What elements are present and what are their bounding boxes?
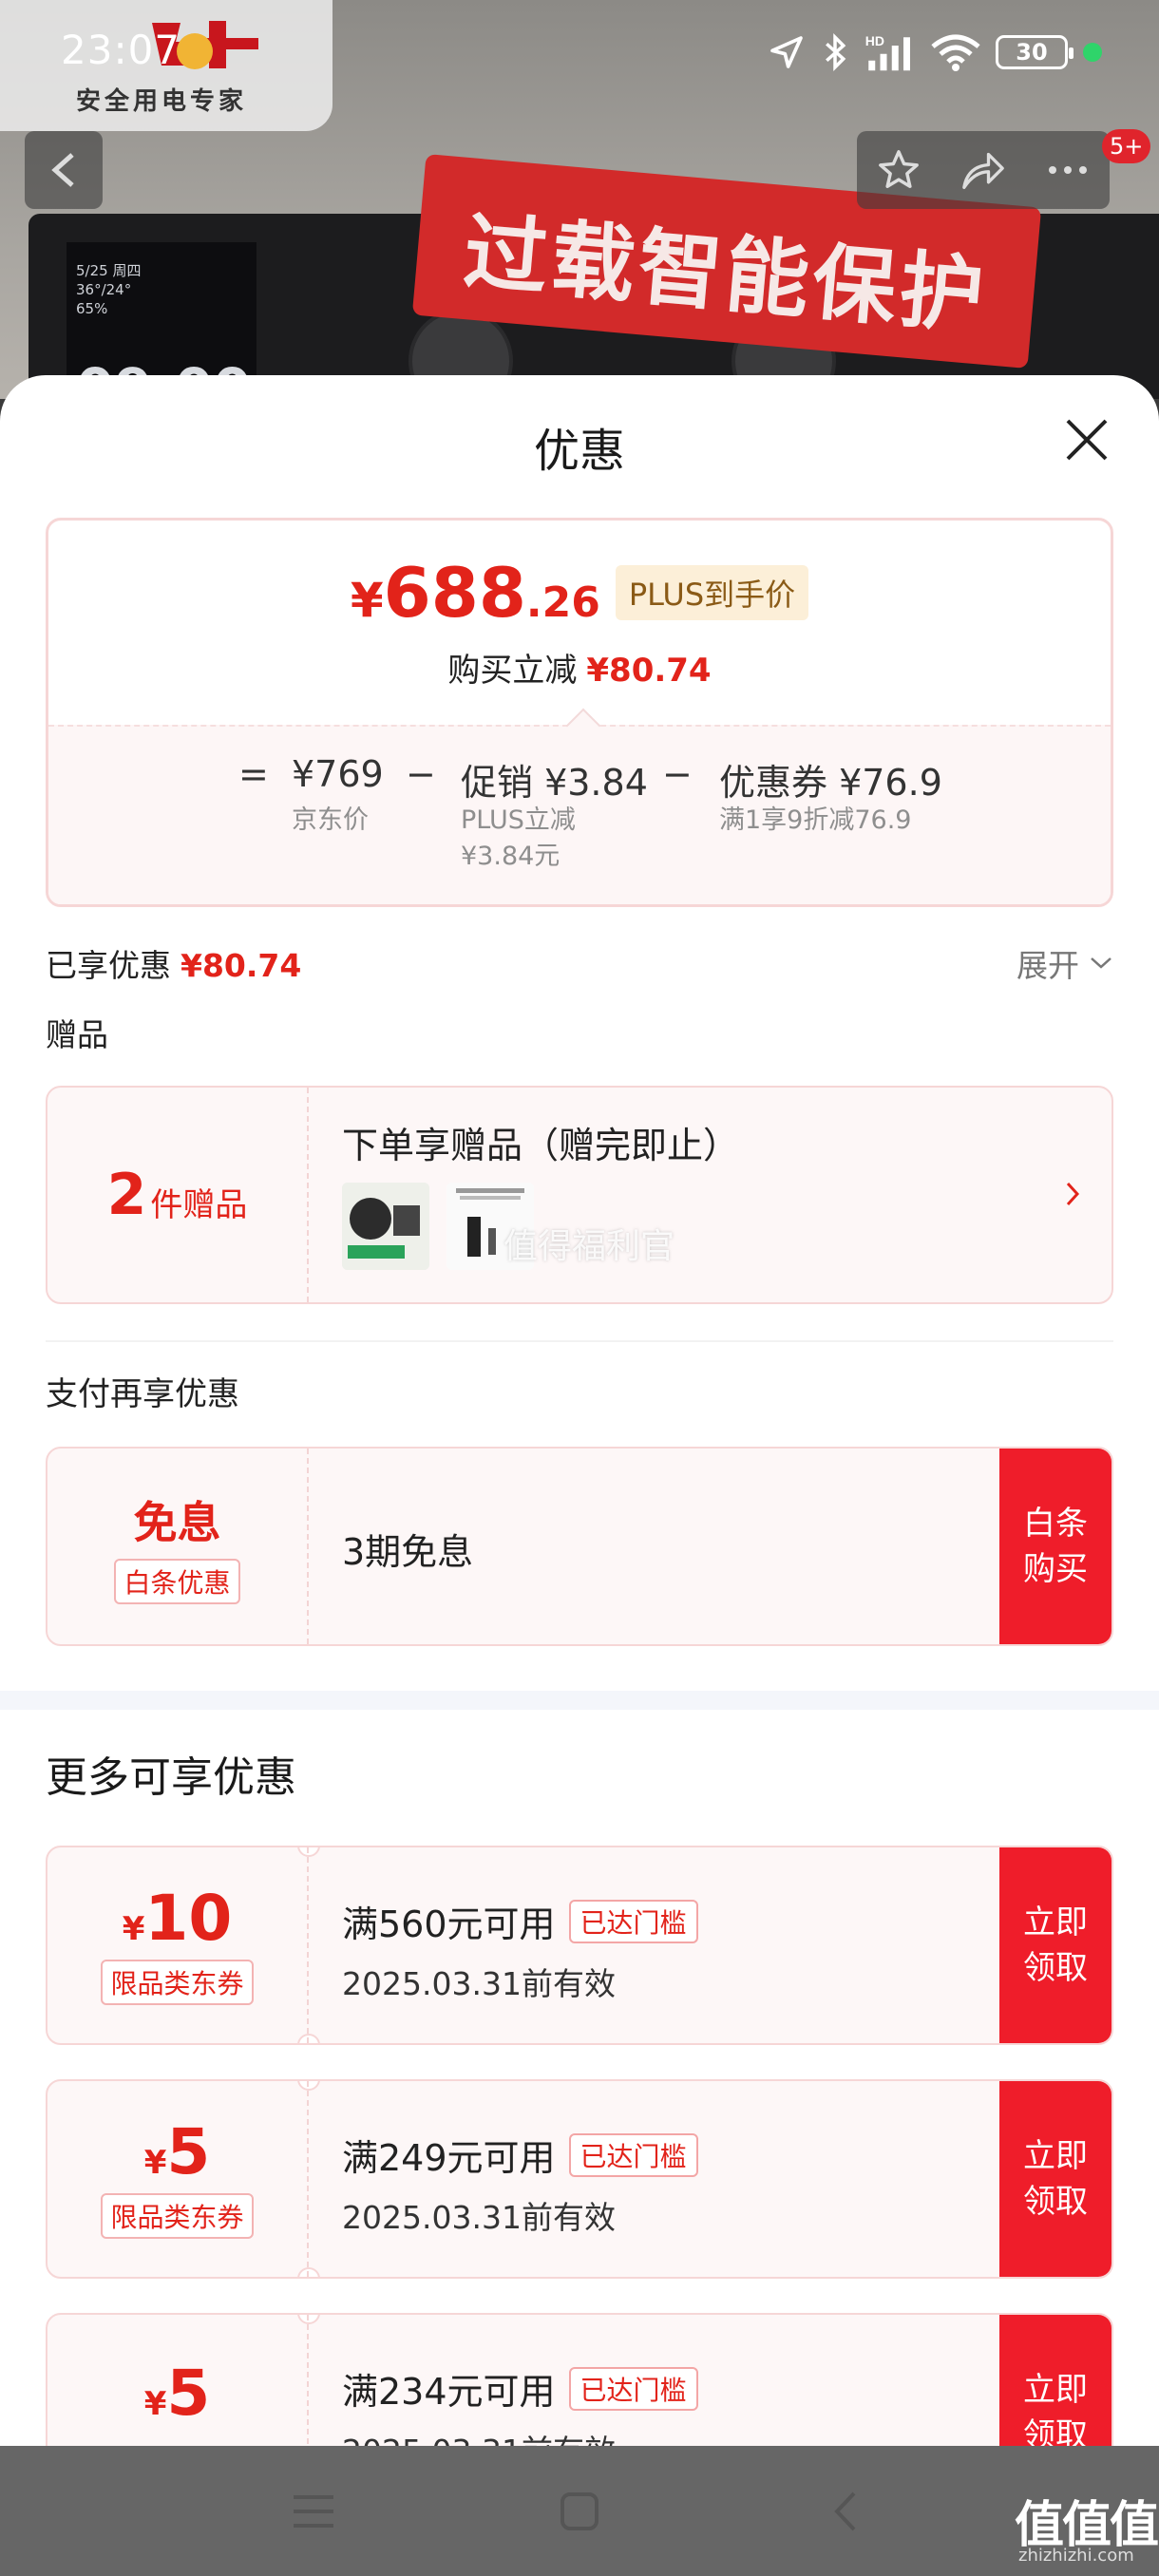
star-icon bbox=[879, 150, 920, 188]
price-card: ¥ 688 .26 PLUS到手价 购买立减 ¥80.74 = ¥769 京东价 … bbox=[46, 518, 1113, 907]
threshold-reached-badge: 已达门槛 bbox=[568, 1899, 698, 1943]
gift-title: 下单享赠品（赠完即止） bbox=[342, 1125, 740, 1166]
system-nav-bar bbox=[0, 2446, 1159, 2576]
more-icon bbox=[1048, 166, 1087, 174]
divider bbox=[46, 1340, 1113, 1342]
jd-price: ¥769 bbox=[292, 753, 384, 795]
back-icon bbox=[834, 2491, 856, 2530]
coupon-expiry: 2025.03.31前有效 bbox=[342, 2426, 698, 2446]
claim-coupon-button[interactable]: 立即 领取 bbox=[999, 2315, 1112, 2446]
top-actions bbox=[857, 131, 1110, 209]
coupon-value: ¥ 5 bbox=[143, 2357, 211, 2430]
promo-sub: PLUS立减 ¥3.84元 bbox=[461, 805, 576, 871]
status-icons: HD 30 bbox=[768, 27, 1102, 78]
equals-sign: = bbox=[238, 753, 269, 795]
chevron-right-icon bbox=[1064, 1178, 1083, 1214]
coupon-tag: 限品类东券 bbox=[101, 1960, 254, 2005]
coupon-condition: 满234元可用 bbox=[342, 2371, 556, 2413]
message-badge: 5+ bbox=[1102, 129, 1151, 163]
system-back-button[interactable] bbox=[808, 2473, 884, 2549]
gained-discount: 已享优惠 ¥80.74 bbox=[46, 947, 302, 984]
watermark: 值得福利官 bbox=[504, 1227, 675, 1266]
status-time: 23:07 bbox=[61, 27, 181, 73]
svg-text:HD: HD bbox=[865, 33, 884, 48]
bluetooth-icon bbox=[821, 32, 849, 72]
coupon-value: ¥ 10 bbox=[122, 1882, 233, 1955]
brand-slogan: 安全用电专家 bbox=[76, 87, 248, 116]
chevron-down-icon bbox=[1091, 957, 1112, 969]
coupon-amount: 优惠券 ¥76.9 bbox=[719, 762, 942, 804]
coupon-card: ¥ 10 限品类东券 满560元可用 已达门槛 2025.03.31前有效 立即… bbox=[46, 1846, 1113, 2045]
chevron-left-icon bbox=[51, 153, 74, 187]
gift-card[interactable]: 2 件赠品 下单享赠品（赠完即止） 值得福利官 bbox=[46, 1086, 1113, 1304]
favorite-button[interactable] bbox=[861, 131, 937, 209]
site-url: zhizhizhi.com bbox=[1018, 2546, 1134, 2566]
minus-sign: − bbox=[662, 753, 693, 795]
price-breakdown: = ¥769 京东价 − 促销 ¥3.84 PLUS立减 ¥3.84元 − 优惠… bbox=[48, 725, 1111, 904]
instant-reduction: 购买立减 ¥80.74 bbox=[447, 652, 712, 690]
home-button[interactable] bbox=[542, 2473, 618, 2549]
coupon-card: ¥ 5 满234元可用 已达门槛 2025.03.31前有效 立即 领取 bbox=[46, 2313, 1113, 2446]
pay-offer-tag: 白条优惠 bbox=[114, 1559, 240, 1604]
share-icon bbox=[962, 152, 1004, 189]
claim-coupon-button[interactable]: 立即 领取 bbox=[999, 2081, 1112, 2277]
baitiao-buy-button[interactable]: 白条 购买 bbox=[999, 1449, 1112, 1644]
sheet-title: 优惠 bbox=[533, 425, 625, 478]
menu-icon bbox=[294, 2494, 333, 2528]
location-icon bbox=[768, 33, 806, 71]
gift-thumbnail bbox=[342, 1183, 429, 1270]
more-offers-title: 更多可享优惠 bbox=[46, 1753, 296, 1802]
coupon-expiry: 2025.03.31前有效 bbox=[342, 2199, 616, 2236]
threshold-reached-badge: 已达门槛 bbox=[568, 2132, 698, 2177]
coupon-condition: 满249元可用 bbox=[342, 2137, 556, 2179]
promo-amount: 促销 ¥3.84 bbox=[461, 762, 648, 804]
plus-price-tag: PLUS到手价 bbox=[615, 565, 809, 620]
close-icon bbox=[1066, 419, 1108, 461]
pay-section-label: 支付再享优惠 bbox=[46, 1375, 239, 1413]
jd-price-label: 京东价 bbox=[292, 805, 369, 835]
close-button[interactable] bbox=[1064, 417, 1110, 463]
claim-coupon-button[interactable]: 立即 领取 bbox=[999, 1847, 1112, 2043]
final-price: ¥ 688 .26 bbox=[350, 553, 600, 633]
privacy-indicator-icon bbox=[1083, 43, 1102, 62]
price-summary: ¥ 688 .26 PLUS到手价 购买立减 ¥80.74 bbox=[48, 521, 1111, 725]
back-button[interactable] bbox=[25, 131, 103, 209]
section-separator bbox=[0, 1691, 1159, 1710]
pay-offer-card: 免息 白条优惠 3期免息 白条 购买 bbox=[46, 1447, 1113, 1646]
screen-date: 5/25 周四 36°/24° 65% bbox=[76, 262, 142, 317]
coupon-expiry: 2025.03.31前有效 bbox=[342, 1965, 616, 2002]
threshold-reached-badge: 已达门槛 bbox=[568, 2366, 698, 2411]
minus-sign: − bbox=[406, 753, 436, 795]
notification-icon bbox=[177, 33, 213, 69]
coupon-sub: 满1享9折减76.9 bbox=[719, 805, 912, 835]
coupon-tag: 限品类东券 bbox=[101, 2193, 254, 2239]
discount-sheet: 优惠 ¥ 688 .26 PLUS到手价 购买立减 ¥80.74 = ¥769 京… bbox=[0, 375, 1159, 2446]
more-button[interactable] bbox=[1030, 131, 1106, 209]
pay-offer-big: 免息 bbox=[133, 1497, 221, 1548]
coupon-value: ¥ 5 bbox=[143, 2115, 211, 2188]
gift-section-label: 赠品 bbox=[46, 1016, 108, 1053]
battery-icon: 30 bbox=[996, 35, 1074, 69]
recent-apps-button[interactable] bbox=[276, 2473, 352, 2549]
gift-count: 2 件赠品 bbox=[48, 1088, 309, 1302]
coupon-condition: 满560元可用 bbox=[342, 1904, 556, 1945]
share-button[interactable] bbox=[945, 131, 1021, 209]
expand-button[interactable]: 展开 bbox=[1016, 940, 1113, 986]
pay-offer-text: 3期免息 bbox=[342, 1531, 474, 1573]
coupon-card: ¥ 5 限品类东券 满249元可用 已达门槛 2025.03.31前有效 立即 … bbox=[46, 2079, 1113, 2279]
home-icon bbox=[560, 2491, 598, 2530]
signal-icon: HD bbox=[864, 32, 916, 72]
wifi-icon bbox=[931, 33, 980, 71]
